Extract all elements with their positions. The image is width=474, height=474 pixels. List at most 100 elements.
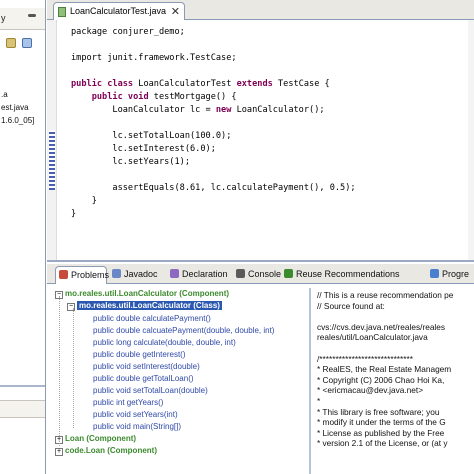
code-line[interactable]: LoanCalculator lc = new LoanCalculator()… [71, 104, 356, 117]
code-line[interactable]: public class LoanCalculatorTest extends … [71, 78, 356, 91]
tree-item-label: public void setYears(int) [93, 410, 178, 419]
code-line[interactable]: assertEquals(8.61, lc.calculatePayment()… [71, 182, 356, 195]
tree-method-item[interactable]: public void setYears(int) [93, 409, 178, 420]
tab-javadoc[interactable]: Javadoc [109, 266, 158, 284]
link-editor-icon[interactable] [22, 38, 32, 48]
code-token: testMortgage() { [148, 92, 237, 102]
editor-tab-label: LoanCalculatorTest.java [70, 6, 167, 16]
tab-label: Problems [71, 270, 110, 280]
code-line[interactable] [71, 117, 356, 130]
source-line: reales/util/LoanCalculator.java [317, 332, 428, 343]
code-token: lc.setTotalLoan(100.0); [71, 131, 232, 141]
tree-item-label: public long calculate(double, double, in… [93, 338, 236, 347]
source-line: cvs://cvs.dev.java.net/reales/reales [317, 321, 446, 332]
tab-problems[interactable]: Problems [55, 266, 110, 284]
tree-method-item[interactable]: public void setTotalLoan(double) [93, 385, 208, 396]
code-text[interactable]: package conjurer_demo; import junit.fram… [71, 26, 356, 221]
tree-method-item[interactable]: public double getTotalLoan() [93, 373, 194, 384]
source-line: * modify it under the terms of the G [317, 417, 446, 428]
code-token: TestCase { [272, 79, 330, 89]
view-icon [112, 269, 121, 278]
java-file-icon [58, 7, 66, 17]
code-editor[interactable]: LoanCalculatorTest.java ✕ package conjur… [47, 0, 474, 262]
tree-item-label: public void main(String[]) [93, 422, 182, 431]
view-icon [284, 269, 293, 278]
code-line[interactable] [71, 65, 356, 78]
code-keyword: public class [71, 79, 134, 89]
tab-declaration[interactable]: Declaration [167, 266, 228, 284]
code-line[interactable]: lc.setYears(1); [71, 156, 356, 169]
editor-ruler [47, 20, 57, 260]
source-line: * Copyright (C) 2006 Chao Hoi Ka, [317, 374, 445, 385]
view-icon [236, 269, 245, 278]
tree-component-item[interactable]: + code.Loan (Component) [55, 445, 157, 456]
tree-method-item[interactable]: public long calculate(double, double, in… [93, 337, 236, 348]
editor-tab-loancalculatortest[interactable]: LoanCalculatorTest.java ✕ [53, 2, 185, 20]
package-explorer-tab[interactable]: y [0, 8, 45, 30]
tree-item-label: public int getYears() [93, 398, 164, 407]
tree-item-label: public double getInterest() [93, 350, 186, 359]
tree-method-item[interactable]: public void setInterest(double) [93, 361, 200, 372]
tab-progre[interactable]: Progre [427, 266, 469, 284]
source-line: * RealES, the Real Estate Managem [317, 364, 452, 375]
code-line[interactable] [71, 39, 356, 52]
tree-item-label: public double calculatePayment() [93, 314, 211, 323]
close-icon[interactable]: ✕ [171, 5, 180, 18]
code-line[interactable]: package conjurer_demo; [71, 26, 356, 39]
code-token: } [71, 209, 77, 219]
tab-label: Reuse Recommendations [296, 269, 400, 279]
tree-method-item[interactable]: public void main(String[]) [93, 421, 181, 432]
pane-divider [0, 385, 45, 387]
code-line[interactable]: import junit.framework.TestCase; [71, 52, 356, 65]
code-line[interactable]: } [71, 195, 356, 208]
highlight-marker [49, 130, 55, 190]
view-icon [170, 269, 179, 278]
code-token: lc.setInterest(6.0); [71, 144, 216, 154]
code-keyword: extends [236, 79, 273, 89]
tree-method-item[interactable]: public double calcuatePayment(double, do… [93, 325, 274, 336]
tree-method-item[interactable]: public double calculatePayment() [93, 313, 211, 324]
package-explorer-tab-label: y [1, 13, 6, 23]
view-icon [430, 269, 439, 278]
tree-item-label: mo.reales.util.LoanCalculator (Class) [77, 301, 222, 310]
source-line: // Source found at: [317, 300, 385, 311]
code-line[interactable]: } [71, 208, 356, 221]
outline-tab[interactable] [0, 400, 45, 418]
tab-label: Javadoc [124, 269, 158, 279]
tree-component-item[interactable]: − mo.reales.util.LoanCalculator (Componen… [55, 288, 229, 299]
source-line: * This library is free software; you [317, 406, 440, 417]
reuse-tree[interactable]: − mo.reales.util.LoanCalculator (Componen… [53, 288, 311, 474]
overview-ruler[interactable] [468, 20, 474, 260]
source-line: /***************************** [317, 353, 413, 364]
tree-item-label: code.Loan (Component) [65, 446, 157, 455]
tab-label: Console [248, 269, 282, 279]
code-line[interactable] [71, 169, 356, 182]
source-line: // This is a reuse recommendation pe [317, 290, 454, 300]
code-line[interactable]: lc.setTotalLoan(100.0); [71, 130, 356, 143]
code-token: assertEquals(8.61, lc.calculatePayment()… [71, 183, 356, 193]
code-line[interactable]: lc.setInterest(6.0); [71, 143, 356, 156]
tree-component-item[interactable]: − mo.reales.util.LoanCalculator (Class) [67, 300, 222, 311]
tree-item-a[interactable]: .a [1, 90, 8, 99]
expand-icon[interactable]: + [55, 448, 63, 456]
collapse-all-icon[interactable] [6, 38, 16, 48]
code-token: lc.setYears(1); [71, 157, 190, 167]
tree-method-item[interactable]: public int getYears() [93, 397, 163, 408]
source-line: * [317, 396, 321, 406]
reuse-source-preview[interactable]: // This is a reuse recommendation pe// S… [315, 288, 474, 474]
tree-method-item[interactable]: public double getInterest() [93, 349, 186, 360]
tab-label: Declaration [182, 269, 228, 279]
source-line: * version 2.1 of the License, or (at y [317, 438, 448, 449]
minimize-icon[interactable] [28, 14, 36, 17]
tab-reuse-recommendations[interactable]: Reuse Recommendations [281, 266, 400, 284]
tree-item-jre[interactable]: 1.6.0_05] [1, 116, 34, 125]
tree-item-label: mo.reales.util.LoanCalculator (Component… [65, 289, 230, 298]
editor-tab-bar: LoanCalculatorTest.java ✕ [47, 0, 474, 20]
tab-console[interactable]: Console [233, 266, 281, 284]
views-tab-bar: Problems Javadoc Declaration Console Reuse R… [47, 264, 474, 284]
tree-item-test-java[interactable]: est.java [1, 103, 29, 112]
tree-component-item[interactable]: + Loan (Component) [55, 433, 136, 444]
code-line[interactable]: public void testMortgage() { [71, 91, 356, 104]
source-line: * License as published by the Free [317, 427, 445, 438]
